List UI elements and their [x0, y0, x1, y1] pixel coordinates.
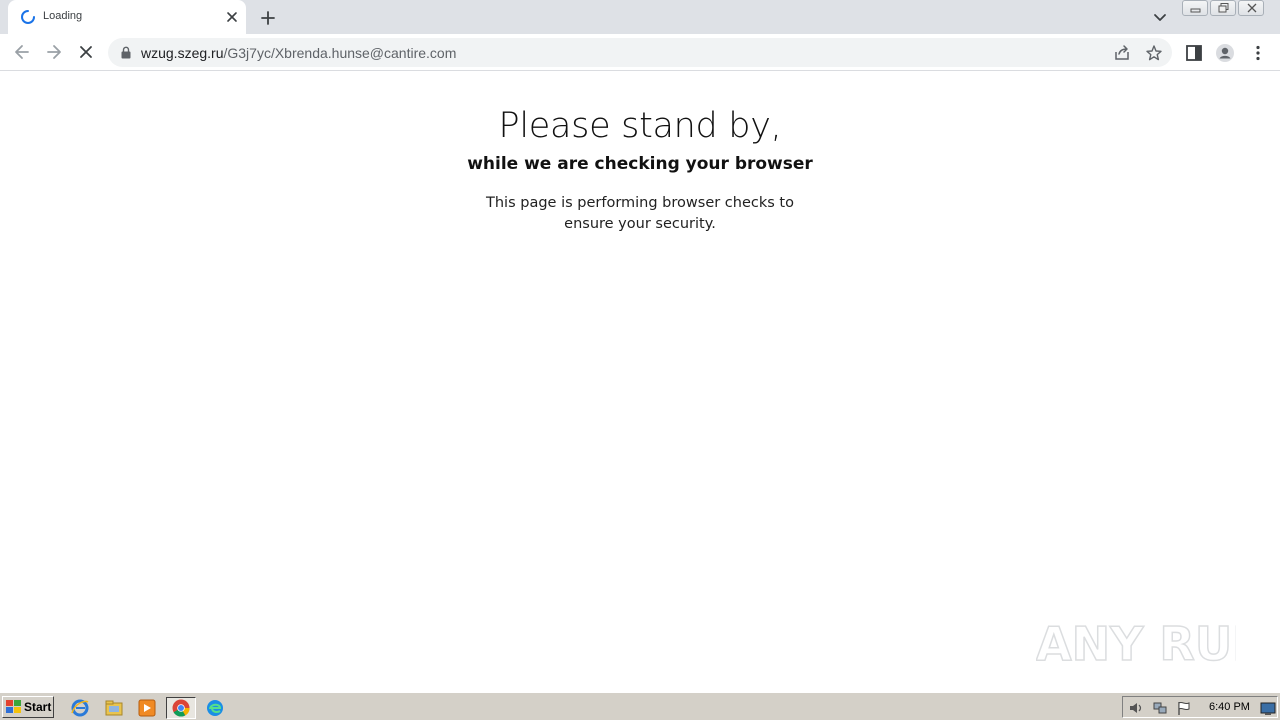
taskbar: Start 6:40 PM [0, 692, 1280, 720]
profile-avatar-icon[interactable] [1215, 43, 1235, 63]
network-icon[interactable] [1152, 700, 1168, 716]
url-host: wzug.szeg.ru [141, 45, 224, 61]
share-icon[interactable] [1113, 44, 1131, 62]
close-icon[interactable] [224, 9, 240, 25]
chevron-down-icon[interactable] [1152, 9, 1168, 25]
page-subtitle: while we are checking your browser [467, 154, 813, 174]
url-text[interactable]: wzug.szeg.ru/G3j7yc/Xbrenda.hunse@cantir… [141, 45, 456, 61]
windows-logo-icon [6, 700, 21, 713]
url-path: /G3j7yc/Xbrenda.hunse@cantire.com [223, 45, 457, 61]
start-button[interactable]: Start [2, 696, 54, 718]
forward-arrow-icon[interactable] [44, 42, 64, 62]
page-content: Please stand by, while we are checking y… [0, 72, 1280, 692]
file-explorer-icon[interactable] [103, 697, 125, 719]
new-tab-icon[interactable] [258, 8, 278, 28]
chrome-icon [172, 699, 190, 717]
clock: 6:40 PM [1209, 701, 1250, 713]
more-menu-icon[interactable] [1248, 43, 1268, 63]
loading-spinner-icon [21, 10, 35, 24]
back-arrow-icon[interactable] [12, 42, 32, 62]
close-icon [1247, 3, 1257, 13]
system-tray: 6:40 PM [1122, 696, 1278, 718]
internet-explorer-icon[interactable] [69, 697, 91, 719]
media-player-icon[interactable] [136, 697, 158, 719]
watermark-logo: ANY RUN [1036, 616, 1236, 672]
address-bar[interactable]: wzug.szeg.ru/G3j7yc/Xbrenda.hunse@cantir… [108, 38, 1172, 67]
page-title: Please stand by, [498, 106, 782, 146]
window-controls [1182, 0, 1272, 18]
edge-icon[interactable] [204, 697, 226, 719]
start-label: Start [24, 700, 52, 714]
flag-icon[interactable] [1176, 700, 1192, 716]
restore-button[interactable] [1210, 0, 1236, 16]
tab-strip: Loading [0, 0, 1280, 34]
lock-icon[interactable] [120, 46, 132, 59]
watermark-text: ANY RUN [1036, 617, 1236, 671]
tab-title: Loading [43, 10, 83, 22]
volume-icon[interactable] [1128, 700, 1144, 716]
minimize-button[interactable] [1182, 0, 1208, 16]
stop-loading-icon[interactable] [76, 42, 96, 62]
show-desktop-icon[interactable] [1260, 701, 1276, 717]
restore-icon [1218, 3, 1229, 13]
browser-toolbar: wzug.szeg.ru/G3j7yc/Xbrenda.hunse@cantir… [0, 34, 1280, 71]
side-panel-icon[interactable] [1184, 43, 1204, 63]
page-description: This page is performing browser checks t… [486, 195, 794, 232]
star-icon[interactable] [1145, 44, 1163, 62]
window-close-button[interactable] [1238, 0, 1264, 16]
tab-loading[interactable]: Loading [8, 0, 246, 34]
screen: Loading wzug.szeg.ru/G3j7yc/Xbrenda.huns… [0, 0, 1280, 720]
minimize-icon [1190, 8, 1201, 13]
chrome-taskbar-button[interactable] [166, 697, 196, 719]
